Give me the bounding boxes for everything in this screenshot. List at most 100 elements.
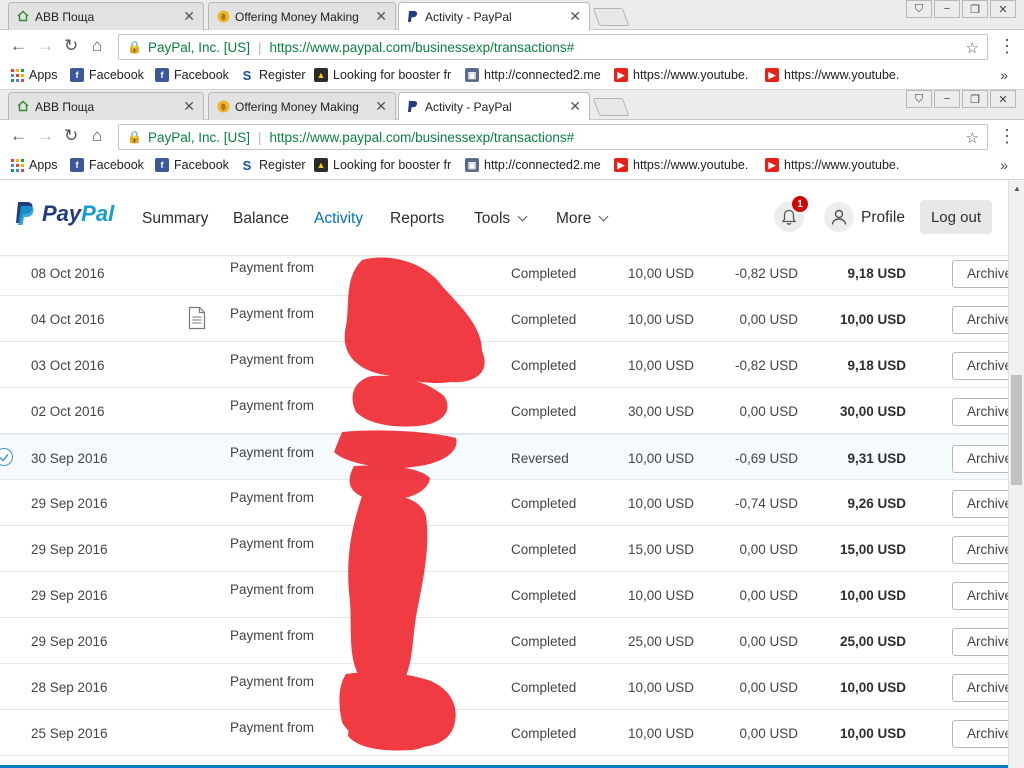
document-icon[interactable] (188, 306, 206, 330)
archive-button[interactable]: Archive (952, 720, 1008, 748)
archive-button[interactable]: Archive (952, 306, 1008, 334)
bookmark-item[interactable]: Apps (10, 68, 58, 82)
browser-tab[interactable]: АВВ Поща ✕ (8, 92, 204, 120)
bookmark-item[interactable]: ▶ https://www.youtube. (614, 68, 748, 82)
transaction-row[interactable]: 29 Sep 2016 Payment from Completed 10,00 US… (0, 480, 1008, 526)
transaction-description[interactable]: Payment from (230, 628, 314, 643)
transaction-description[interactable]: Payment from (230, 720, 314, 735)
transaction-description[interactable]: Payment from (230, 398, 314, 413)
transaction-description[interactable]: Payment from (230, 260, 314, 275)
user-profile-icon[interactable]: ⛉ (906, 90, 932, 108)
transaction-description[interactable]: Payment from (230, 445, 314, 460)
bookmark-item[interactable]: ▣ http://connected2.me (465, 68, 601, 82)
browser-tab[interactable]: ฿ Offering Money Making ✕ (208, 2, 396, 30)
bookmarks-overflow-icon[interactable]: » (1000, 67, 1008, 83)
bookmark-item[interactable]: S Register (240, 68, 306, 82)
transaction-row[interactable]: 29 Sep 2016 Payment from Completed 15,00 US… (0, 526, 1008, 572)
browser-tab[interactable]: Activity - PayPal ✕ (398, 92, 590, 121)
tab-close-icon[interactable]: ✕ (569, 8, 581, 25)
nav-activity[interactable]: Activity (314, 210, 363, 228)
archive-button[interactable]: Archive (952, 628, 1008, 656)
close-window-icon[interactable]: ✕ (990, 90, 1016, 108)
bookmark-item[interactable]: f Facebook (70, 158, 144, 172)
archive-button[interactable]: Archive (952, 582, 1008, 610)
browser-tab[interactable]: Activity - PayPal ✕ (398, 2, 590, 31)
browser-tab[interactable]: ฿ Offering Money Making ✕ (208, 92, 396, 120)
archive-button[interactable]: Archive (952, 352, 1008, 380)
transaction-row[interactable]: 29 Sep 2016 Payment from Completed 25,00 US… (0, 618, 1008, 664)
bookmark-item[interactable]: ▣ http://connected2.me (465, 158, 601, 172)
bookmark-star-icon[interactable]: ☆ (966, 39, 979, 57)
nav-more[interactable]: More (556, 210, 609, 228)
home-button-icon[interactable]: ⌂ (92, 36, 102, 56)
new-tab-button[interactable] (592, 8, 630, 26)
scrollbar-thumb[interactable] (1011, 375, 1022, 485)
bookmark-item[interactable]: f Facebook (155, 68, 229, 82)
tab-close-icon[interactable]: ✕ (569, 98, 581, 115)
tab-close-icon[interactable]: ✕ (183, 98, 195, 115)
check-circle-icon[interactable] (0, 448, 13, 466)
nav-summary[interactable]: Summary (142, 210, 208, 228)
home-button-icon[interactable]: ⌂ (92, 126, 102, 146)
address-bar[interactable]: 🔒 PayPal, Inc. [US] | https://www.paypal.co… (118, 124, 988, 150)
back-icon[interactable]: ← (10, 36, 27, 56)
transaction-description[interactable]: Payment from (230, 352, 314, 367)
transaction-description[interactable]: Payment from (230, 674, 314, 689)
archive-button[interactable]: Archive (952, 445, 1008, 473)
bookmark-item[interactable]: ▲ Looking for booster fr (314, 68, 451, 82)
reload-icon[interactable]: ↻ (64, 36, 78, 56)
transaction-row[interactable]: 04 Oct 2016 Payment from Completed 10,00 US… (0, 296, 1008, 342)
bookmark-item[interactable]: ▲ Looking for booster fr (314, 158, 451, 172)
forward-icon[interactable]: → (37, 36, 54, 56)
bookmarks-overflow-icon[interactable]: » (1000, 157, 1008, 173)
transaction-description[interactable]: Payment from (230, 582, 314, 597)
new-tab-button[interactable] (592, 98, 630, 116)
restore-icon[interactable]: ❐ (962, 0, 988, 18)
bookmark-item[interactable]: ▶ https://www.youtube. (614, 158, 748, 172)
archive-button[interactable]: Archive (952, 398, 1008, 426)
user-profile-icon[interactable]: ⛉ (906, 0, 932, 18)
transaction-description[interactable]: Payment from (230, 490, 314, 505)
transaction-row[interactable]: 29 Sep 2016 Payment from Completed 10,00 US… (0, 572, 1008, 618)
bookmark-item[interactable]: f Facebook (155, 158, 229, 172)
minimize-icon[interactable]: − (934, 0, 960, 18)
forward-icon[interactable]: → (37, 126, 54, 146)
bookmark-item[interactable]: Apps (10, 158, 58, 172)
bookmark-item[interactable]: ▶ https://www.youtube. (765, 158, 899, 172)
tab-close-icon[interactable]: ✕ (375, 98, 387, 115)
archive-button[interactable]: Archive (952, 260, 1008, 288)
browser-menu-icon[interactable]: ⋮ (998, 126, 1016, 147)
bookmark-star-icon[interactable]: ☆ (966, 129, 979, 147)
transaction-row[interactable]: 30 Sep 2016 Payment from Reversed 10,00 USD… (0, 434, 1008, 480)
restore-icon[interactable]: ❐ (962, 90, 988, 108)
transaction-row[interactable]: 03 Oct 2016 Payment from Completed 10,00 US… (0, 342, 1008, 388)
transaction-row[interactable]: 28 Sep 2016 Payment from Completed 10,00 US… (0, 664, 1008, 710)
scroll-up-icon[interactable]: ▲ (1013, 184, 1021, 193)
archive-button[interactable]: Archive (952, 490, 1008, 518)
nav-balance[interactable]: Balance (233, 210, 289, 228)
browser-tab[interactable]: АВВ Поща ✕ (8, 2, 204, 30)
archive-button[interactable]: Archive (952, 536, 1008, 564)
profile-avatar[interactable] (824, 202, 854, 232)
bookmark-item[interactable]: S Register (240, 158, 306, 172)
profile-link[interactable]: Profile (861, 209, 905, 227)
transaction-description[interactable]: Payment from (230, 536, 314, 551)
browser-menu-icon[interactable]: ⋮ (998, 36, 1016, 57)
page-scrollbar[interactable]: ▲ (1008, 180, 1024, 768)
close-window-icon[interactable]: ✕ (990, 0, 1016, 18)
archive-button[interactable]: Archive (952, 674, 1008, 702)
back-icon[interactable]: ← (10, 126, 27, 146)
bookmark-item[interactable]: ▶ https://www.youtube. (765, 68, 899, 82)
transaction-row[interactable]: 02 Oct 2016 Payment from Completed 30,00 US… (0, 388, 1008, 434)
tab-close-icon[interactable]: ✕ (375, 8, 387, 25)
paypal-logo[interactable]: Pay Pal (14, 201, 114, 227)
nav-tools[interactable]: Tools (474, 210, 528, 228)
tab-close-icon[interactable]: ✕ (183, 8, 195, 25)
transaction-description[interactable]: Payment from (230, 306, 314, 321)
nav-reports[interactable]: Reports (390, 210, 444, 228)
address-bar[interactable]: 🔒 PayPal, Inc. [US] | https://www.paypal.co… (118, 34, 988, 60)
minimize-icon[interactable]: − (934, 90, 960, 108)
transaction-row[interactable]: 25 Sep 2016 Payment from Completed 10,00 US… (0, 710, 1008, 756)
logout-button[interactable]: Log out (920, 200, 992, 234)
reload-icon[interactable]: ↻ (64, 126, 78, 146)
